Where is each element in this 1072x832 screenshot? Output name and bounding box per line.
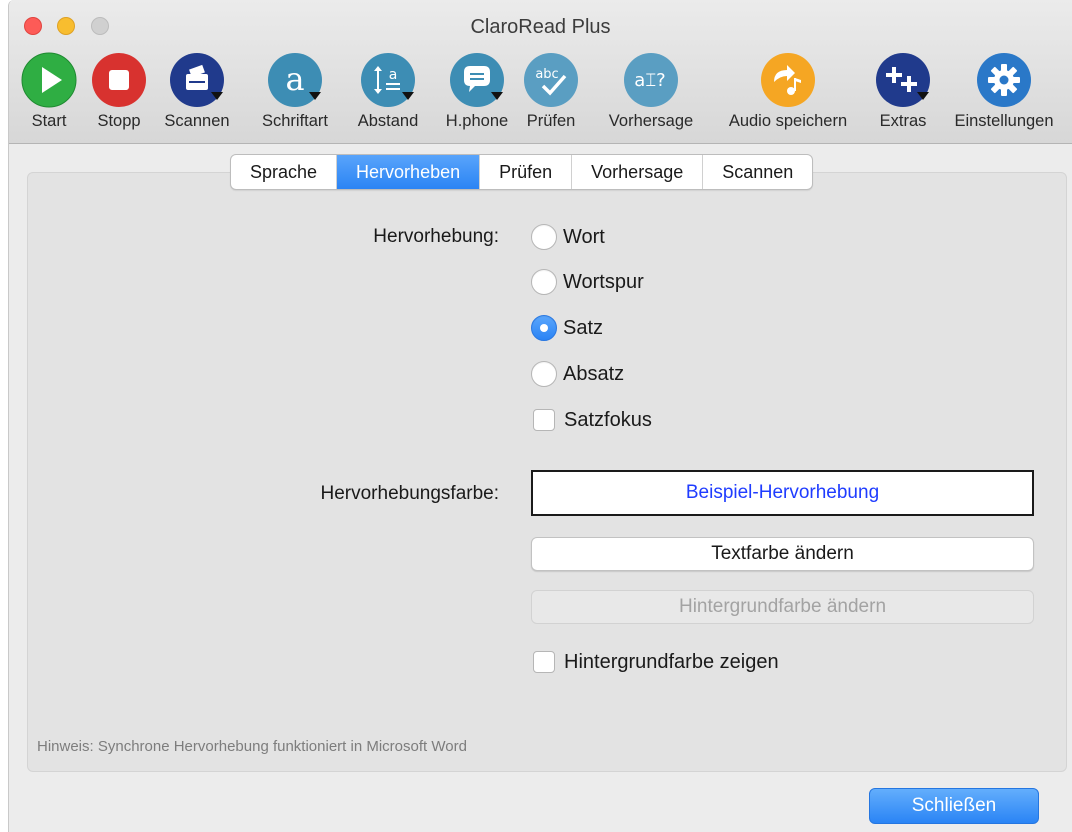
toolbar-settings-label: Einstellungen bbox=[954, 112, 1054, 130]
app-window: ClaroRead Plus Start Stopp Scannen a Sch… bbox=[8, 0, 1072, 832]
radio-wortspur-label: Wortspur bbox=[563, 270, 644, 293]
svg-text:a: a bbox=[389, 67, 398, 83]
checkbox-satzfokus[interactable]: Satzfokus bbox=[531, 405, 652, 435]
play-icon bbox=[21, 52, 77, 108]
gear-icon bbox=[976, 52, 1032, 108]
chevron-down-icon bbox=[211, 92, 223, 100]
toolbar-prediction-label: Vorhersage bbox=[608, 112, 694, 130]
highlight-sample: Beispiel-Hervorhebung bbox=[531, 470, 1034, 516]
radio-button-selected[interactable] bbox=[531, 315, 557, 341]
hint-text: Hinweis: Synchrone Hervorhebung funktion… bbox=[37, 738, 467, 755]
chevron-down-icon bbox=[402, 92, 414, 100]
tab-sprache[interactable]: Sprache bbox=[231, 155, 338, 189]
radio-absatz-label: Absatz bbox=[563, 362, 625, 385]
toolbar-hphone-button[interactable]: H.phone bbox=[437, 52, 517, 140]
checkbox[interactable] bbox=[533, 409, 555, 431]
close-button[interactable]: Schließen bbox=[869, 788, 1039, 824]
chevron-down-icon bbox=[309, 92, 321, 100]
radio-button[interactable] bbox=[531, 269, 557, 295]
toolbar-hphone-label: H.phone bbox=[445, 112, 509, 130]
chevron-down-icon bbox=[917, 92, 929, 100]
window-title: ClaroRead Plus bbox=[470, 16, 611, 38]
highlight-mode-label: Hervorhebung: bbox=[373, 226, 499, 247]
radio-button[interactable] bbox=[531, 361, 557, 387]
tab-scannen[interactable]: Scannen bbox=[703, 155, 812, 189]
spellcheck-icon: abc bbox=[523, 52, 579, 108]
svg-text:a⌶?: a⌶? bbox=[634, 70, 665, 91]
toolbar-scan-button[interactable]: Scannen bbox=[157, 52, 237, 140]
audio-save-icon bbox=[760, 52, 816, 108]
checkbox-satzfokus-label: Satzfokus bbox=[564, 408, 652, 431]
radio-wortspur[interactable]: Wortspur bbox=[531, 267, 644, 297]
radio-satz[interactable]: Satz bbox=[531, 313, 603, 343]
toolbar-spacing-button[interactable]: a Abstand bbox=[347, 52, 429, 140]
highlight-color-label: Hervorhebungsfarbe: bbox=[320, 483, 500, 504]
toolbar-audio-save-label: Audio speichern bbox=[728, 112, 848, 130]
toolbar-scan-label: Scannen bbox=[164, 112, 230, 130]
change-background-color-button: Hintergrundfarbe ändern bbox=[531, 590, 1034, 624]
toolbar-extras-button[interactable]: Extras bbox=[871, 52, 935, 140]
svg-text:abc: abc bbox=[535, 67, 558, 82]
toolbar-font-button[interactable]: a Schriftart bbox=[254, 52, 336, 140]
checkbox-show-background[interactable]: Hintergrundfarbe zeigen bbox=[531, 647, 779, 677]
svg-text:a: a bbox=[285, 60, 304, 98]
radio-wort[interactable]: Wort bbox=[531, 222, 605, 252]
stop-icon bbox=[91, 52, 147, 108]
radio-absatz[interactable]: Absatz bbox=[531, 359, 624, 389]
tab-vorhersage[interactable]: Vorhersage bbox=[572, 155, 704, 189]
toolbar-stop-button[interactable]: Stopp bbox=[87, 52, 151, 140]
radio-wort-label: Wort bbox=[563, 225, 605, 248]
tab-hervorheben[interactable]: Hervorheben bbox=[337, 155, 481, 189]
radio-button[interactable] bbox=[531, 224, 557, 250]
settings-tabs: Sprache Hervorheben Prüfen Vorhersage Sc… bbox=[230, 154, 814, 190]
chevron-down-icon bbox=[491, 92, 503, 100]
toolbar-extras-label: Extras bbox=[879, 112, 927, 130]
prediction-icon: a⌶? bbox=[623, 52, 679, 108]
title-bar: ClaroRead Plus Start Stopp Scannen a Sch… bbox=[9, 0, 1072, 144]
toolbar-font-label: Schriftart bbox=[261, 112, 329, 130]
toolbar-stop-label: Stopp bbox=[97, 112, 141, 130]
toolbar-prediction-button[interactable]: a⌶? Vorhersage bbox=[599, 52, 703, 140]
radio-satz-label: Satz bbox=[563, 316, 604, 339]
checkbox[interactable] bbox=[533, 651, 555, 673]
toolbar-settings-button[interactable]: Einstellungen bbox=[939, 52, 1069, 140]
toolbar: Start Stopp Scannen a Schriftart a Absta… bbox=[9, 52, 1072, 140]
toolbar-start-label: Start bbox=[31, 112, 67, 130]
tab-pruefen[interactable]: Prüfen bbox=[480, 155, 573, 189]
toolbar-audio-save-button[interactable]: Audio speichern bbox=[715, 52, 861, 140]
checkbox-show-background-label: Hintergrundfarbe zeigen bbox=[564, 650, 779, 673]
toolbar-spacing-label: Abstand bbox=[357, 112, 419, 130]
toolbar-start-button[interactable]: Start bbox=[19, 52, 79, 140]
change-text-color-button[interactable]: Textfarbe ändern bbox=[531, 537, 1034, 571]
toolbar-check-label: Prüfen bbox=[526, 112, 576, 130]
toolbar-check-button[interactable]: abc Prüfen bbox=[519, 52, 583, 140]
